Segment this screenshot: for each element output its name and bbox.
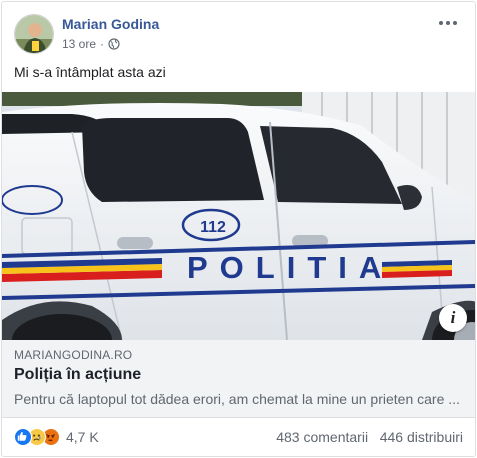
reaction-count[interactable]: 4,7 K bbox=[66, 429, 99, 445]
link-description: Pentru că laptopul tot dădea erori, am c… bbox=[14, 391, 460, 407]
comments-count[interactable]: 483 comentarii bbox=[276, 429, 368, 445]
police-car-image: 112 POLITIA bbox=[2, 92, 475, 340]
post-meta: 13 ore · bbox=[62, 37, 120, 51]
shares-count[interactable]: 446 distribuiri bbox=[380, 429, 463, 445]
engagement-counts: 483 comentarii 446 distribuiri bbox=[276, 429, 463, 445]
post-time[interactable]: 13 ore bbox=[62, 37, 96, 51]
more-options-icon[interactable] bbox=[439, 16, 461, 30]
post-card: Marian Godina 13 ore · Mi s-a întâmplat … bbox=[1, 1, 476, 457]
post-text: Mi s-a întâmplat asta azi bbox=[14, 64, 166, 80]
link-domain: MARIANGODINA.RO bbox=[14, 348, 133, 362]
globe-icon[interactable] bbox=[108, 38, 120, 50]
link-title[interactable]: Poliția în acțiune bbox=[14, 366, 141, 384]
reactions-summary[interactable]: 4,7 K bbox=[14, 428, 99, 446]
info-icon[interactable]: i bbox=[439, 304, 467, 332]
link-preview-image[interactable]: 112 POLITIA i bbox=[2, 92, 475, 340]
post-footer: 4,7 K 483 comentarii 446 distribuiri bbox=[14, 428, 463, 448]
author-name[interactable]: Marian Godina bbox=[62, 16, 159, 32]
post-header: Marian Godina 13 ore · bbox=[14, 14, 465, 58]
avatar[interactable] bbox=[14, 14, 54, 54]
car-emergency-number: 112 bbox=[200, 219, 226, 236]
car-lettering: POLITIA bbox=[187, 250, 393, 285]
like-icon bbox=[14, 428, 32, 446]
link-preview[interactable]: MARIANGODINA.RO Poliția în acțiune Pentr… bbox=[2, 340, 475, 418]
